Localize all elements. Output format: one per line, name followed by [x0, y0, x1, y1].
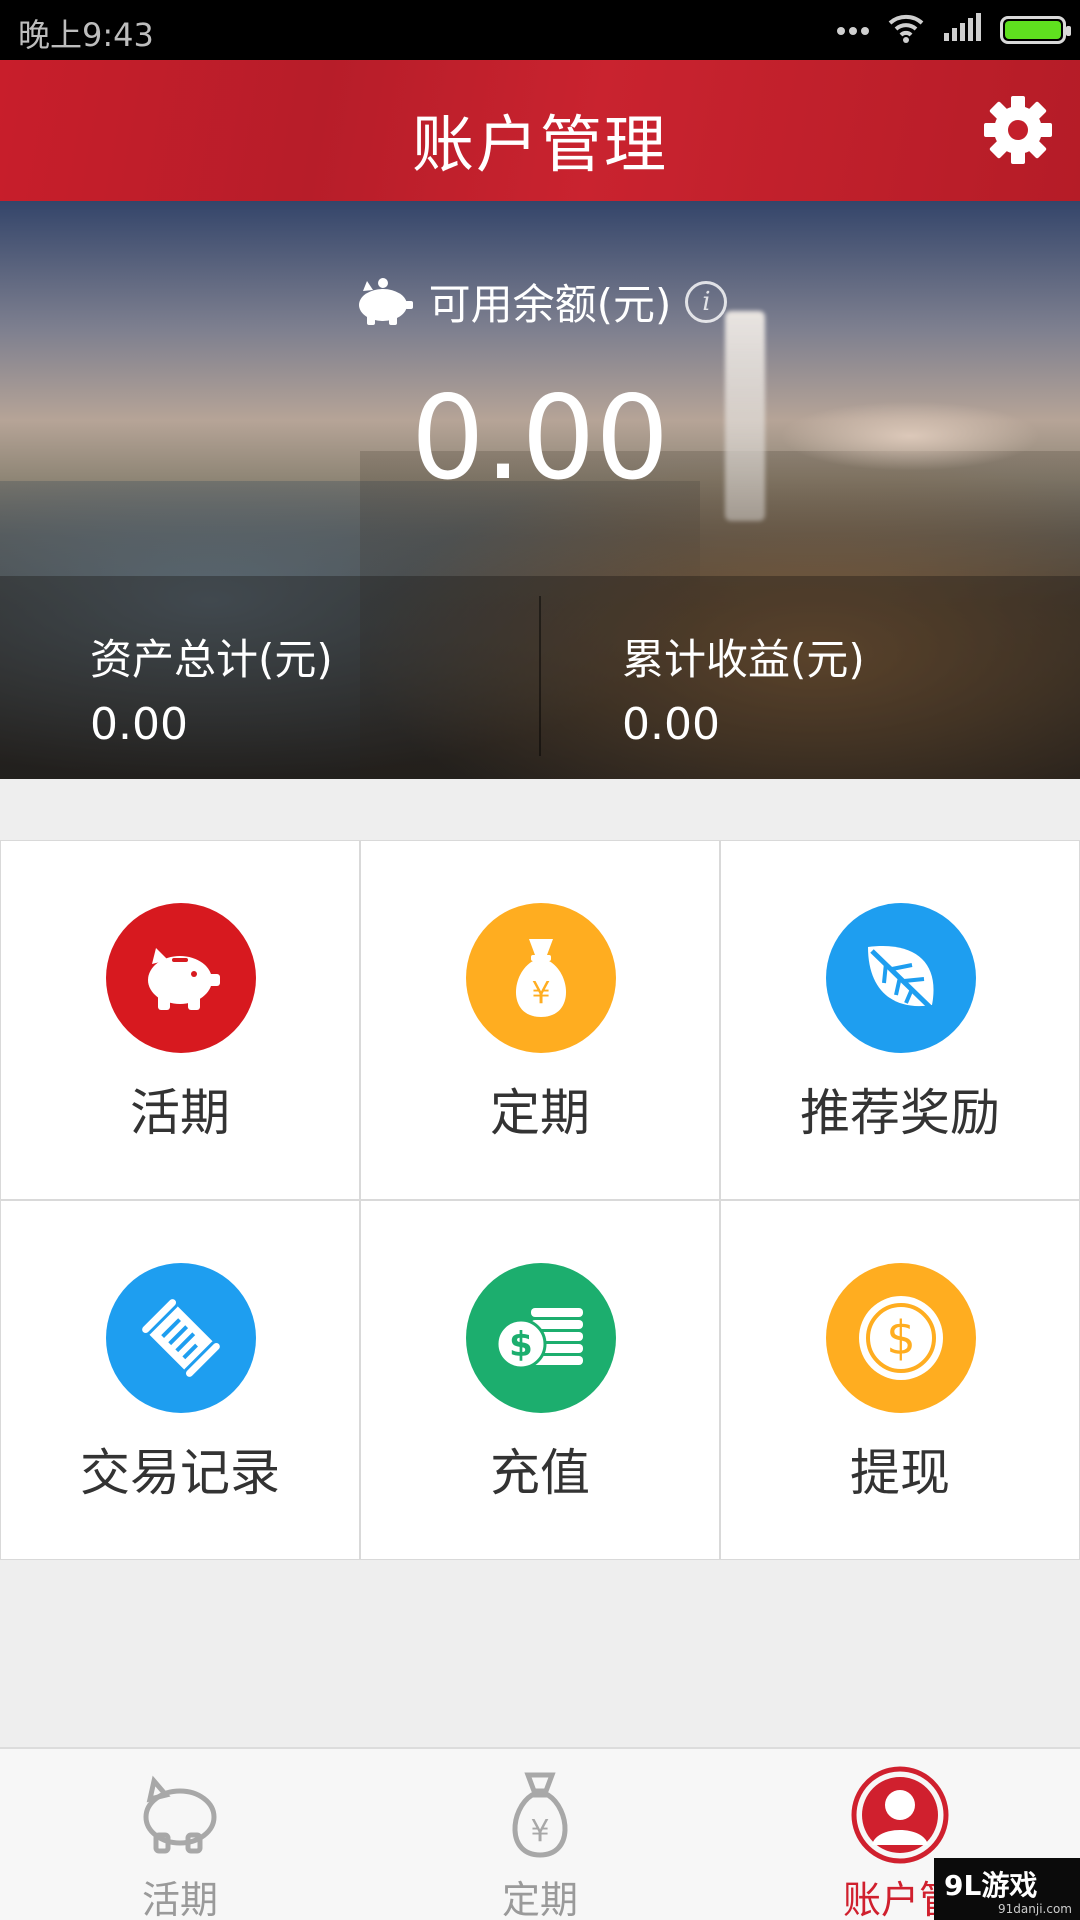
svg-text:$: $	[509, 1325, 533, 1365]
total-assets: 资产总计(元) 0.00	[90, 626, 333, 750]
balance-label: 可用余额(元)	[428, 280, 672, 329]
battery-icon	[1000, 16, 1071, 44]
menu-item-withdraw[interactable]: $ 提现	[720, 1200, 1080, 1560]
dollar-coin-icon: $	[859, 1296, 943, 1380]
menu-icon-circle	[106, 903, 256, 1053]
watermark-logo: 9L游戏 91danji.com	[934, 1858, 1080, 1920]
coins-icon: $	[495, 1308, 583, 1370]
money-bag-icon: ¥	[490, 1765, 590, 1865]
menu-label: 定期	[490, 1084, 590, 1142]
watermark-brand: 9L游戏	[944, 1869, 1038, 1902]
cumulative-income: 累计收益(元) 0.00	[622, 626, 865, 750]
menu-grid: 活期 ¥ 定期 推荐奖励 交易记录 $ 充值 $ 提现	[0, 840, 1080, 1560]
summary-stats: 资产总计(元) 0.00 累计收益(元) 0.00	[0, 576, 1080, 779]
menu-item-fixed-deposit[interactable]: ¥ 定期	[360, 840, 720, 1200]
page-title: 账户管理	[411, 108, 668, 181]
scroll-icon	[139, 1296, 223, 1380]
svg-text:$: $	[886, 1311, 915, 1365]
app-header: 账户管理	[0, 60, 1080, 201]
piggy-bank-icon	[358, 277, 413, 325]
leaf-icon	[868, 946, 938, 1015]
menu-item-transaction-records[interactable]: 交易记录	[0, 1200, 360, 1560]
menu-label: 提现	[850, 1444, 950, 1502]
cumulative-income-value: 0.00	[622, 699, 720, 750]
nav-label: 定期	[501, 1878, 578, 1920]
watermark-site: 91danji.com	[998, 1902, 1072, 1916]
info-icon[interactable]: i	[685, 280, 728, 323]
menu-item-current-deposit[interactable]: 活期	[0, 840, 360, 1200]
menu-icon-circle	[106, 1263, 256, 1413]
menu-icon-circle: ¥	[466, 903, 616, 1053]
wifi-icon	[888, 13, 924, 47]
menu-icon-circle: $	[466, 1263, 616, 1413]
menu-icon-circle: $	[826, 1263, 976, 1413]
cumulative-income-label: 累计收益(元)	[622, 635, 865, 684]
user-icon	[850, 1765, 950, 1865]
status-icons	[836, 12, 1071, 48]
menu-label: 交易记录	[80, 1444, 280, 1502]
nav-item-current[interactable]: 活期	[0, 1749, 360, 1920]
account-summary-card: 可用余额(元) i 0.00 资产总计(元) 0.00 累计收益(元) 0.00	[0, 201, 1080, 779]
signal-icon	[942, 13, 982, 47]
divider	[539, 596, 541, 756]
total-assets-label: 资产总计(元)	[90, 635, 333, 684]
menu-icon-circle	[826, 903, 976, 1053]
piggy-bank-icon	[130, 1765, 230, 1865]
balance-value: 0.00	[410, 371, 670, 506]
nav-label: 活期	[141, 1878, 218, 1920]
nav-item-fixed[interactable]: ¥ 定期	[360, 1749, 720, 1920]
menu-label: 活期	[130, 1084, 230, 1142]
bottom-nav: 活期 ¥ 定期 账户管 9L游戏 91danji.com	[0, 1747, 1080, 1920]
menu-item-referral-reward[interactable]: 推荐奖励	[720, 840, 1080, 1200]
menu-label: 充值	[490, 1444, 590, 1502]
piggy-bank-icon	[148, 948, 220, 1010]
balance-header: 可用余额(元) i	[0, 271, 1080, 332]
menu-item-recharge[interactable]: $ 充值	[360, 1200, 720, 1560]
status-bar: 晚上9:43	[0, 0, 1080, 60]
status-time: 晚上9:43	[18, 16, 154, 54]
menu-label: 推荐奖励	[800, 1084, 1000, 1142]
svg-text:¥: ¥	[531, 976, 550, 1011]
gear-icon	[984, 96, 1052, 164]
money-bag-icon: ¥	[515, 939, 567, 1017]
total-assets-value: 0.00	[90, 699, 188, 750]
settings-button[interactable]	[982, 94, 1054, 166]
more-icon	[836, 21, 870, 40]
svg-text:¥: ¥	[530, 1814, 549, 1849]
